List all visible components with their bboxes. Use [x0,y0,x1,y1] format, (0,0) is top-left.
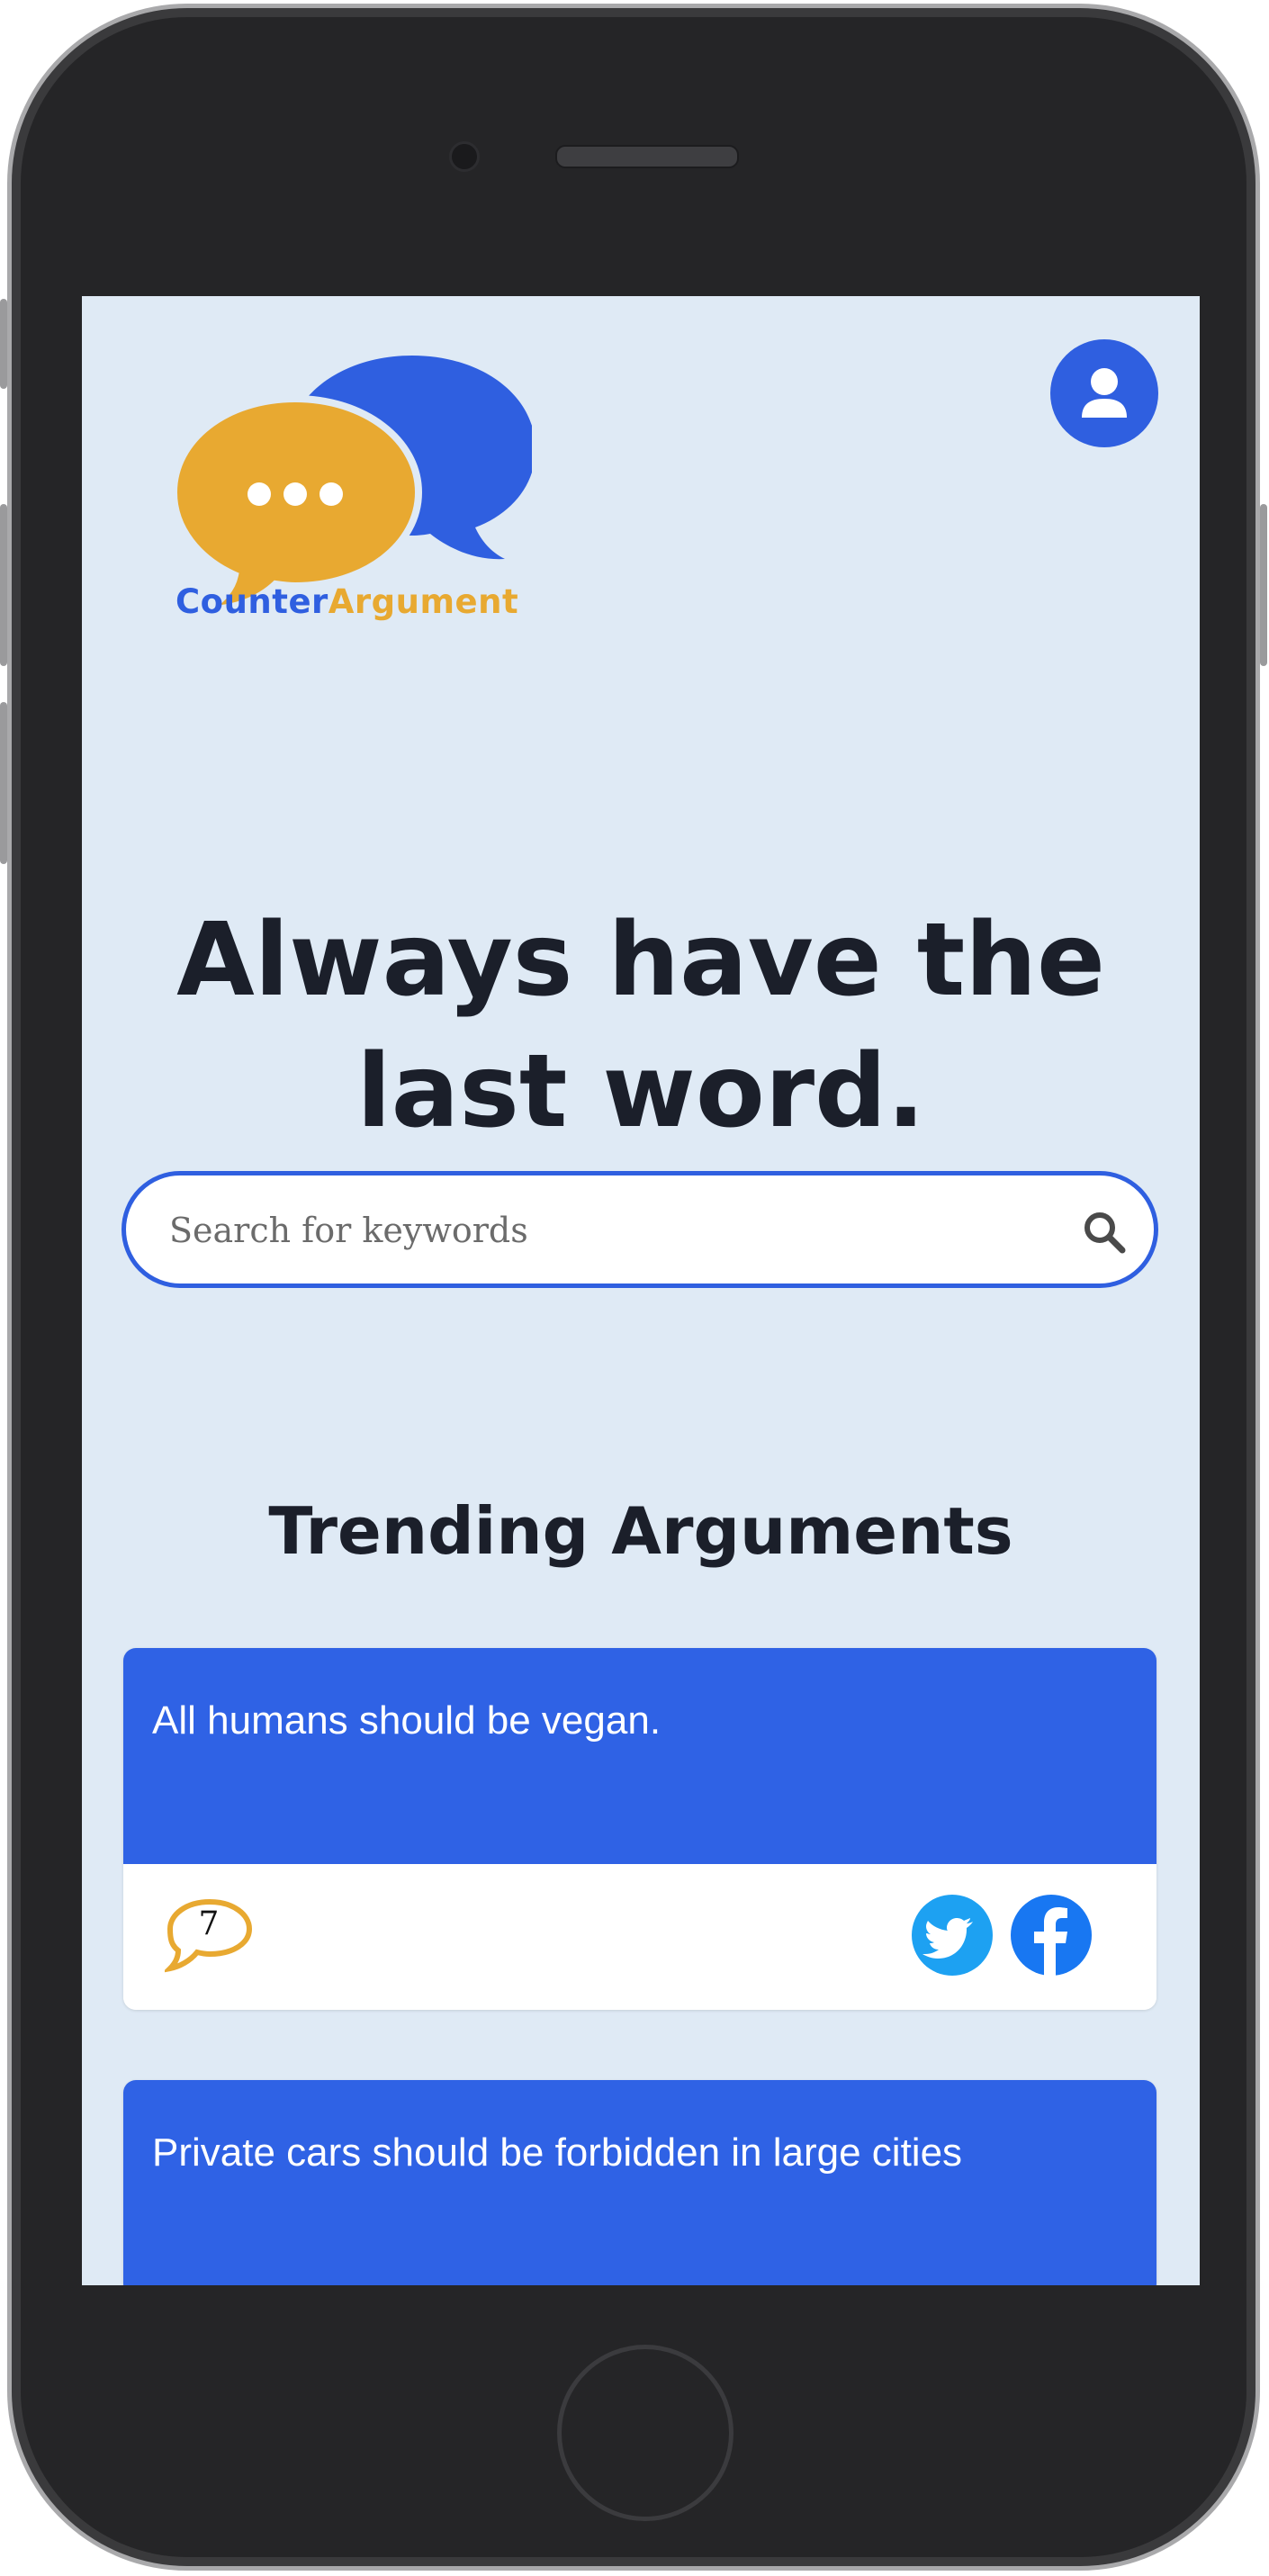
argument-text[interactable]: Private cars should be forbidden in larg… [123,2080,1156,2285]
brand-name-part1: Counter [176,582,328,621]
brand-name-part2: Argument [328,582,519,621]
comment-count-button[interactable]: 7 [161,1896,255,1977]
volume-down-button [0,702,7,864]
search-bar[interactable] [122,1171,1158,1288]
logo-icon[interactable] [174,343,532,622]
hero-headline: Always have the last word. [176,902,1105,1151]
mute-switch [0,299,7,389]
profile-button[interactable] [1050,339,1158,447]
search-input[interactable] [167,1175,1035,1285]
search-icon[interactable] [1082,1210,1127,1255]
twitter-icon[interactable] [910,1893,994,1977]
power-button [1260,504,1267,666]
trending-title: Trending Arguments [268,1493,1013,1569]
brand-wordmark: CounterArgument [176,582,518,621]
phone-frame: CounterArgument Always have the last wor… [7,4,1260,2571]
volume-up-button [0,504,7,666]
facebook-icon[interactable] [1009,1893,1094,1977]
earpiece-speaker [555,145,739,168]
comment-count: 7 [198,1905,220,1942]
argument-card[interactable]: Private cars should be forbidden in larg… [123,2080,1156,2285]
front-camera [449,141,480,172]
home-button[interactable] [557,2345,734,2521]
app-screen: CounterArgument Always have the last wor… [82,296,1200,2285]
argument-card[interactable]: All humans should be vegan. 7 [123,1648,1156,2010]
card-footer: 7 [123,1864,1156,2010]
argument-text[interactable]: All humans should be vegan. [123,1648,1156,1864]
user-icon [1082,368,1127,418]
